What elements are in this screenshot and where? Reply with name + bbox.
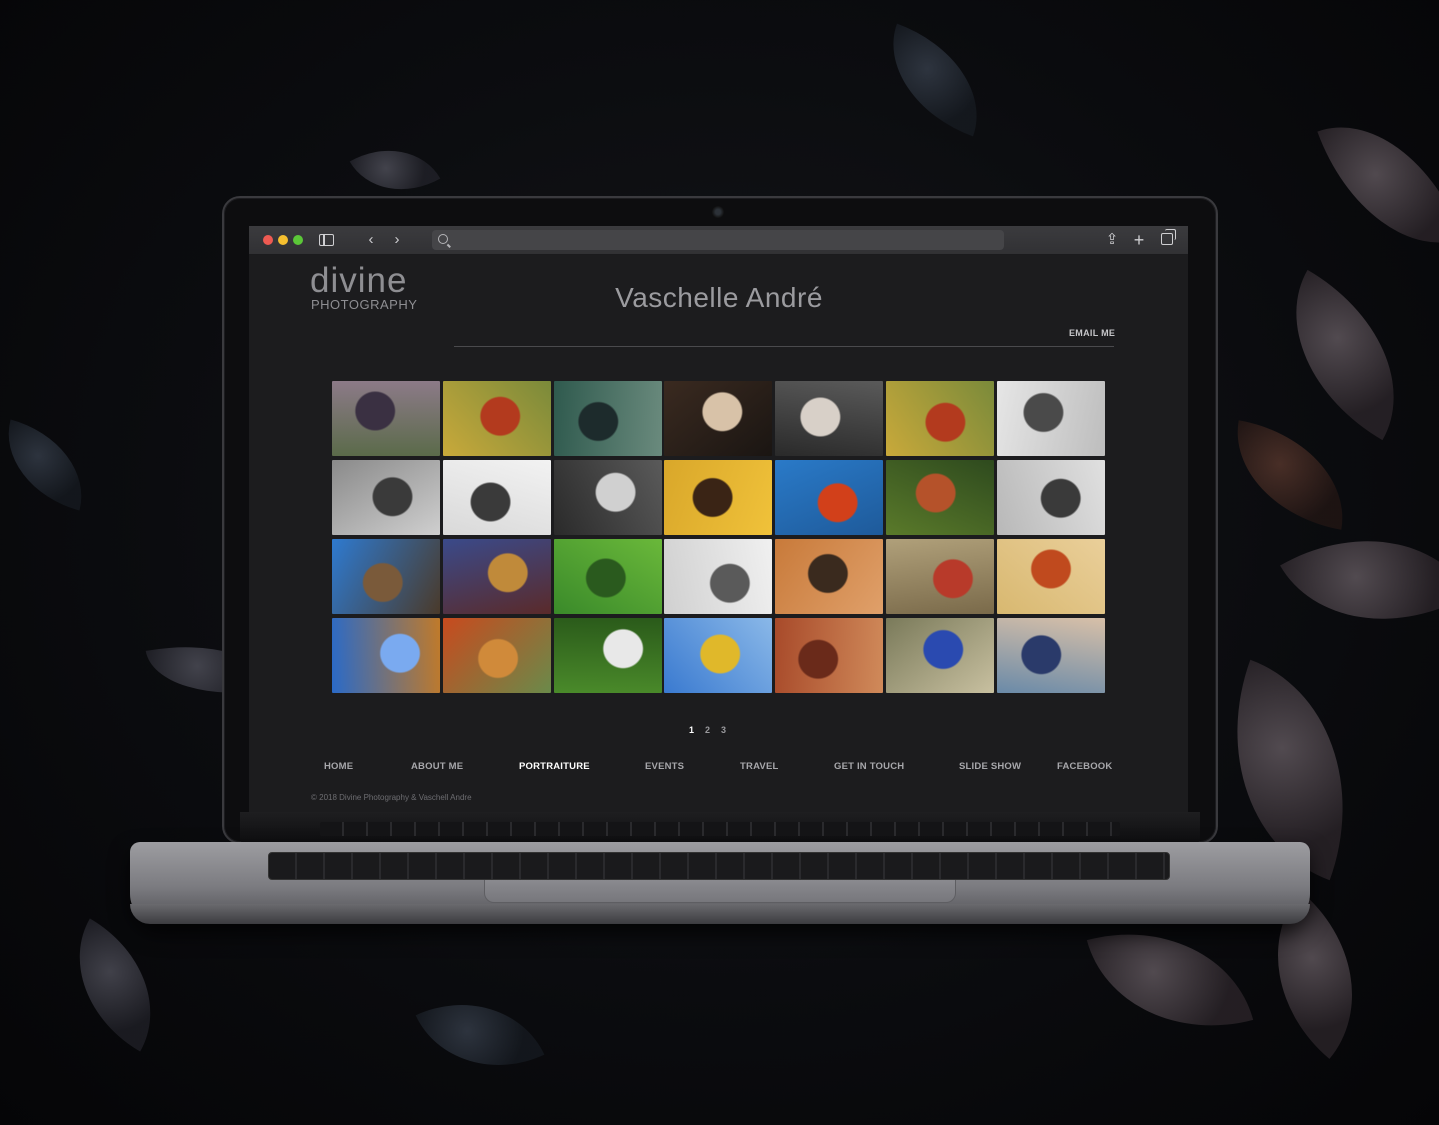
logo-text-divine[interactable]: divine	[310, 263, 407, 298]
gallery-thumbnail[interactable]	[332, 618, 440, 693]
gallery-thumbnail[interactable]	[885, 381, 994, 456]
nav-link-get-in-touch[interactable]: GET IN TOUCH	[834, 761, 904, 772]
gallery-thumbnail[interactable]	[553, 381, 662, 456]
gallery-thumbnail[interactable]	[664, 381, 773, 456]
nav-link-about-me[interactable]: ABOUT ME	[411, 761, 463, 772]
nav-link-slide-show[interactable]: SLIDE SHOW	[959, 761, 1021, 772]
gallery-thumbnail[interactable]	[664, 460, 773, 535]
gallery-thumbnail[interactable]	[442, 539, 551, 614]
close-window-button[interactable]	[263, 235, 273, 245]
copyright-footer: © 2018 Divine Photography & Vaschell And…	[311, 793, 472, 802]
minimize-window-button[interactable]	[278, 235, 288, 245]
plus-icon[interactable]: +	[1131, 230, 1147, 250]
gallery-thumbnail[interactable]	[332, 539, 440, 614]
photo-gallery	[332, 381, 1105, 693]
nav-link-home[interactable]: HOME	[324, 761, 353, 772]
nav-link-facebook[interactable]: FACEBOOK	[1057, 761, 1112, 772]
page-link-1[interactable]: 1	[689, 725, 694, 735]
browser-toolbar: ‹ › ⇪ +	[249, 226, 1188, 255]
page-title: Vaschelle André	[615, 282, 823, 313]
page-link-3[interactable]: 3	[721, 725, 726, 735]
gallery-thumbnail[interactable]	[885, 539, 994, 614]
share-icon[interactable]: ⇪	[1104, 230, 1120, 250]
gallery-thumbnail[interactable]	[442, 460, 551, 535]
page-link-2[interactable]: 2	[705, 725, 710, 735]
browser-window: ‹ › ⇪ + divine PHOTOGRAPHY Vaschelle And…	[249, 226, 1188, 812]
trackpad	[484, 880, 956, 903]
zoom-window-button[interactable]	[293, 235, 303, 245]
gallery-thumbnail[interactable]	[553, 618, 662, 693]
gallery-thumbnail[interactable]	[996, 618, 1105, 693]
gallery-thumbnail[interactable]	[775, 539, 884, 614]
gallery-thumbnail[interactable]	[775, 381, 884, 456]
search-icon	[438, 234, 448, 244]
main-nav: HOME ABOUT ME PORTRAITURE EVENTS TRAVEL GET I…	[249, 761, 1188, 777]
gallery-thumbnail[interactable]	[442, 381, 551, 456]
address-bar[interactable]	[432, 230, 1004, 250]
keyboard	[268, 852, 1170, 880]
back-icon[interactable]: ‹	[364, 230, 378, 250]
nav-link-events[interactable]: EVENTS	[645, 761, 684, 772]
gallery-thumbnail[interactable]	[332, 381, 440, 456]
header-divider	[454, 346, 1114, 347]
gallery-thumbnail[interactable]	[664, 539, 773, 614]
email-me-link[interactable]: EMAIL ME	[1069, 328, 1115, 338]
forward-icon[interactable]: ›	[390, 230, 404, 250]
address-input[interactable]	[454, 232, 998, 250]
sidebar-icon[interactable]	[319, 230, 337, 250]
gallery-thumbnail[interactable]	[664, 618, 773, 693]
gallery-thumbnail[interactable]	[885, 460, 994, 535]
logo-text-photography[interactable]: PHOTOGRAPHY	[311, 297, 417, 312]
gallery-thumbnail[interactable]	[553, 460, 662, 535]
pagination: 1 2 3	[689, 725, 749, 735]
gallery-thumbnail[interactable]	[442, 618, 551, 693]
gallery-thumbnail[interactable]	[332, 460, 440, 535]
keyboard-function-row	[320, 822, 1120, 836]
gallery-thumbnail[interactable]	[996, 381, 1105, 456]
camera-icon	[712, 206, 724, 218]
gallery-thumbnail[interactable]	[996, 539, 1105, 614]
gallery-thumbnail[interactable]	[775, 460, 884, 535]
site-header: divine PHOTOGRAPHY Vaschelle André EMAIL…	[249, 254, 1188, 347]
gallery-thumbnail[interactable]	[885, 618, 994, 693]
gallery-thumbnail[interactable]	[553, 539, 662, 614]
laptop-base-edge	[130, 904, 1310, 924]
nav-link-portraiture[interactable]: PORTRAITURE	[519, 761, 590, 772]
gallery-thumbnail[interactable]	[996, 460, 1105, 535]
tabs-icon[interactable]	[1158, 229, 1176, 250]
nav-link-travel[interactable]: TRAVEL	[740, 761, 779, 772]
gallery-thumbnail[interactable]	[775, 618, 884, 693]
